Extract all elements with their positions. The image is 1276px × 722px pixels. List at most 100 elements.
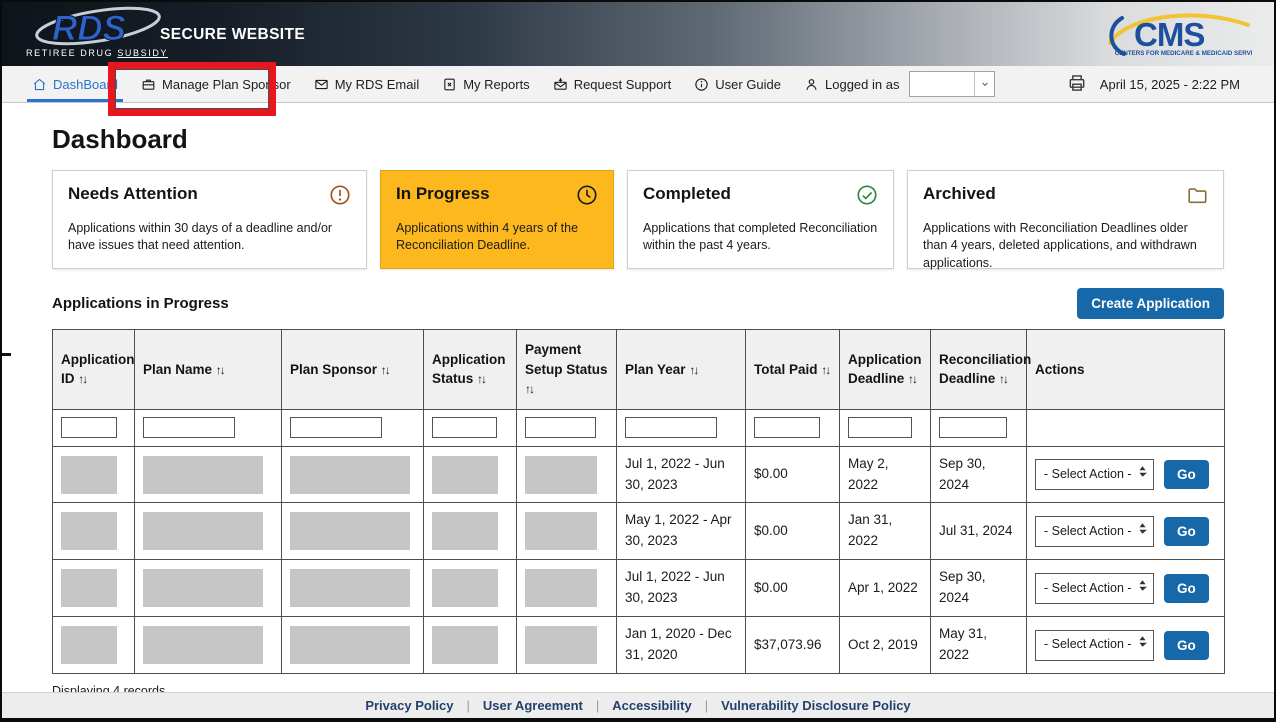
footer-link-vulnerability-disclosure-policy[interactable]: Vulnerability Disclosure Policy (721, 698, 911, 713)
filter-cell-plan-year (617, 409, 746, 446)
column-header-plan-sponsor[interactable]: Plan Sponsor ↑↓ (282, 330, 424, 410)
card-in-progress[interactable]: In ProgressApplications within 4 years o… (380, 170, 614, 269)
nav-item-my-reports[interactable]: My Reports (442, 66, 529, 102)
cell-plan-sponsor (282, 560, 424, 617)
column-header-payment-setup-status[interactable]: Payment Setup Status ↑↓ (517, 330, 617, 410)
actions-cell: - Select Action - Go (1035, 630, 1216, 661)
go-button[interactable]: Go (1164, 574, 1209, 603)
nav-item-label: DashBoard (53, 77, 118, 92)
filter-cell-application-deadline (840, 409, 931, 446)
cell-reconciliation-deadline: Jul 31, 2024 (931, 503, 1027, 560)
column-header-application-id[interactable]: Application ID ↑↓ (53, 330, 135, 410)
select-updown-icon (1138, 522, 1147, 541)
sort-icon: ↑↓ (821, 363, 829, 377)
rds-logo-swoosh-icon: RDS (26, 4, 164, 50)
nav-item-label: Manage Plan Sponsor (162, 77, 291, 92)
column-header-total-paid[interactable]: Total Paid ↑↓ (746, 330, 840, 410)
sort-icon: ↑↓ (381, 363, 389, 377)
footer: Privacy Policy | User Agreement | Accessibil… (2, 692, 1274, 718)
table-row: May 1, 2022 - Apr 30, 2023$0.00Jan 31, 2… (53, 503, 1225, 560)
nav-item-dashboard[interactable]: DashBoard (32, 66, 118, 102)
card-header: Archived (923, 184, 1208, 211)
column-label: Plan Year (625, 362, 686, 377)
filter-input-plan-year[interactable] (625, 417, 717, 438)
create-application-button[interactable]: Create Application (1077, 288, 1224, 319)
cell-plan-name (135, 503, 282, 560)
nav-item-request-support[interactable]: Request Support (553, 66, 672, 102)
current-datetime: April 15, 2025 - 2:22 PM (1100, 77, 1240, 92)
nav-item-logged-in-as[interactable]: Logged in as (804, 66, 995, 102)
go-button[interactable]: Go (1164, 631, 1209, 660)
masthead: RDS RETIREE DRUG SUBSIDY SECURE WEBSITE … (2, 2, 1274, 66)
column-label: Application Status (432, 352, 506, 387)
cell-plan-name (135, 617, 282, 674)
home-icon (32, 77, 47, 92)
filter-input-application-deadline[interactable] (848, 417, 912, 438)
table-filter-row (53, 409, 1225, 446)
applications-section-header: Applications in Progress Create Applicat… (52, 288, 1224, 319)
nav-item-label: Logged in as (825, 77, 899, 92)
action-select-value: - Select Action - (1044, 522, 1132, 541)
column-label: Payment Setup Status (525, 342, 608, 377)
filter-input-plan-sponsor[interactable] (290, 417, 382, 438)
logged-in-user-value (910, 72, 974, 96)
select-updown-icon (1138, 465, 1147, 484)
mail-arrow-icon (553, 77, 568, 92)
column-header-plan-name[interactable]: Plan Name ↑↓ (135, 330, 282, 410)
column-header-application-deadline[interactable]: Application Deadline ↑↓ (840, 330, 931, 410)
column-header-application-status[interactable]: Application Status ↑↓ (424, 330, 517, 410)
nav-items: DashBoard Manage Plan Sponsor My RDS Email… (32, 66, 995, 102)
cell-plan-name (135, 560, 282, 617)
nav-item-my-rds-email[interactable]: My RDS Email (314, 66, 420, 102)
footer-link-privacy-policy[interactable]: Privacy Policy (365, 698, 453, 713)
action-select-value: - Select Action - (1044, 579, 1132, 598)
select-updown-icon (1138, 635, 1147, 654)
column-header-reconciliation-deadline[interactable]: Reconciliation Deadline ↑↓ (931, 330, 1027, 410)
redacted-value (143, 512, 263, 550)
filter-input-application-status[interactable] (432, 417, 497, 438)
cell-actions: - Select Action - Go (1027, 446, 1225, 503)
select-updown-icon (1138, 579, 1147, 598)
cell-application-status (424, 617, 517, 674)
cell-application-deadline: Apr 1, 2022 (840, 560, 931, 617)
action-select[interactable]: - Select Action - (1035, 630, 1154, 661)
action-select[interactable]: - Select Action - (1035, 573, 1154, 604)
column-header-actions: Actions (1027, 330, 1225, 410)
go-button[interactable]: Go (1164, 460, 1209, 489)
cell-application-status (424, 503, 517, 560)
footer-link-accessibility[interactable]: Accessibility (612, 698, 692, 713)
footer-separator: | (705, 698, 708, 713)
column-header-plan-year[interactable]: Plan Year ↑↓ (617, 330, 746, 410)
folder-icon (1186, 184, 1208, 211)
report-icon (442, 77, 457, 92)
logged-in-user-select[interactable] (909, 71, 995, 97)
column-label: Total Paid (754, 362, 818, 377)
printer-icon[interactable] (1067, 73, 1087, 96)
card-completed[interactable]: CompletedApplications that completed Rec… (627, 170, 894, 269)
dashboard-cards: Needs AttentionApplications within 30 da… (52, 170, 1224, 269)
filter-input-payment-setup-status[interactable] (525, 417, 596, 438)
footer-link-user-agreement[interactable]: User Agreement (483, 698, 583, 713)
nav-item-user-guide[interactable]: User Guide (694, 66, 781, 102)
action-select[interactable]: - Select Action - (1035, 459, 1154, 490)
filter-input-plan-name[interactable] (143, 417, 235, 438)
filter-input-application-id[interactable] (61, 417, 117, 438)
cell-actions: - Select Action - Go (1027, 617, 1225, 674)
card-archived[interactable]: ArchivedApplications with Reconciliation… (907, 170, 1224, 269)
cell-plan-year: Jul 1, 2022 - Jun 30, 2023 (617, 446, 746, 503)
card-needs-attention[interactable]: Needs AttentionApplications within 30 da… (52, 170, 367, 269)
cell-payment-setup-status (517, 503, 617, 560)
filter-input-reconciliation-deadline[interactable] (939, 417, 1007, 438)
go-button[interactable]: Go (1164, 517, 1209, 546)
cell-actions: - Select Action - Go (1027, 560, 1225, 617)
sort-icon: ↑↓ (689, 363, 697, 377)
cell-application-id (53, 503, 135, 560)
filter-input-total-paid[interactable] (754, 417, 820, 438)
nav-item-manage-plan-sponsor[interactable]: Manage Plan Sponsor (141, 66, 291, 102)
footer-separator: | (596, 698, 599, 713)
action-select[interactable]: - Select Action - (1035, 516, 1154, 547)
lock-icon (52, 718, 66, 722)
clock-icon (576, 184, 598, 211)
redacted-value (290, 626, 410, 664)
filter-cell-total-paid (746, 409, 840, 446)
